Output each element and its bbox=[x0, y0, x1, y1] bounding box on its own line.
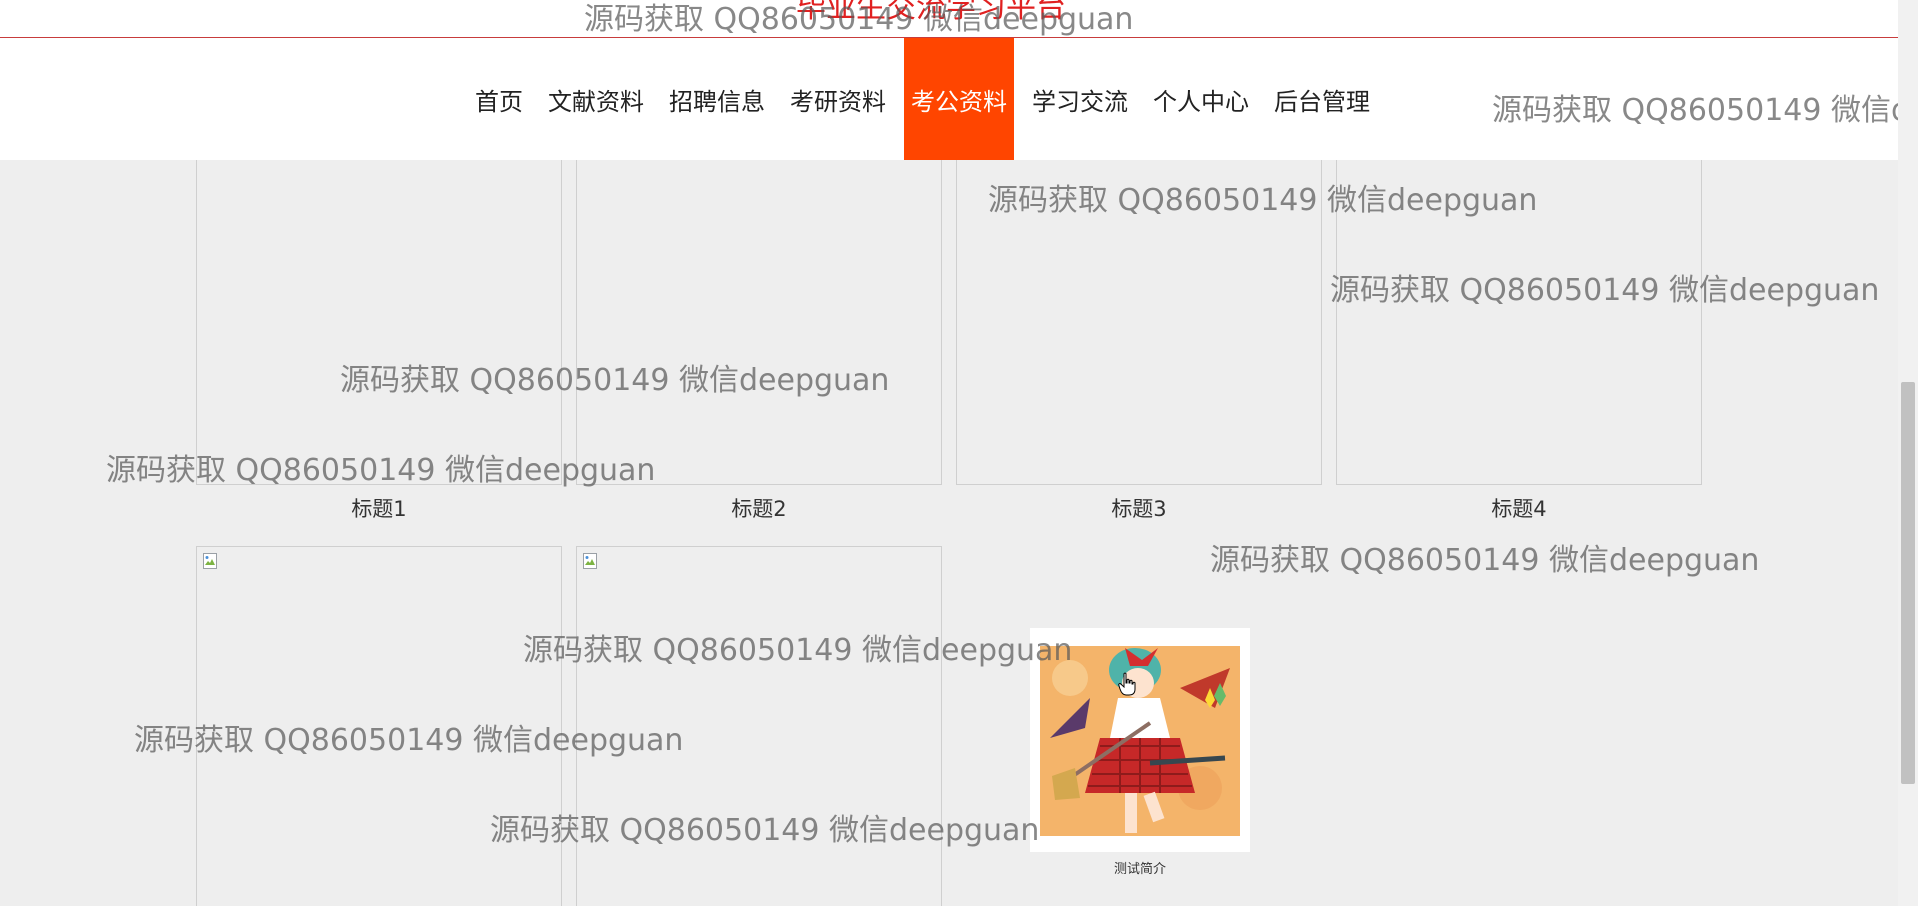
nav-item-postgrad[interactable]: 考研资料 bbox=[783, 38, 893, 160]
vertical-scrollbar[interactable] bbox=[1898, 0, 1918, 906]
site-title: 毕业生交流学习平台 bbox=[796, 0, 1066, 25]
watermark: 源码获取 QQ86050149 微信deepguan bbox=[1210, 543, 1760, 578]
scrollbar-thumb[interactable] bbox=[1901, 382, 1915, 784]
broken-image-icon bbox=[583, 553, 597, 569]
card-title[interactable]: 标题2 bbox=[576, 493, 942, 523]
card-image[interactable] bbox=[576, 546, 942, 906]
nav-item-personal-center[interactable]: 个人中心 bbox=[1146, 38, 1256, 160]
broken-image-icon bbox=[203, 553, 217, 569]
main-nav: 首页 文献资料 招聘信息 考研资料 考公资料 学习交流 个人中心 后台管理 bbox=[468, 38, 1377, 160]
hand-cursor-icon bbox=[1118, 672, 1136, 696]
nav-item-home[interactable]: 首页 bbox=[468, 38, 530, 160]
card-title[interactable]: 标题4 bbox=[1336, 493, 1702, 523]
card-image[interactable] bbox=[196, 546, 562, 906]
card-title[interactable]: 标题3 bbox=[956, 493, 1322, 523]
card-title[interactable]: 标题1 bbox=[196, 493, 562, 523]
nav-item-civil-service[interactable]: 考公资料 bbox=[904, 38, 1014, 160]
header: 毕业生交流学习平台 首页 文献资料 招聘信息 考研资料 考公资料 学习交流 个人… bbox=[0, 0, 1898, 160]
nav-item-recruitment[interactable]: 招聘信息 bbox=[662, 38, 772, 160]
anime-illustration bbox=[1040, 646, 1240, 836]
page: 毕业生交流学习平台 首页 文献资料 招聘信息 考研资料 考公资料 学习交流 个人… bbox=[0, 0, 1918, 906]
card-title[interactable]: 测试简介 bbox=[1030, 858, 1250, 877]
nav-item-study-exchange[interactable]: 学习交流 bbox=[1025, 38, 1135, 160]
anime-girl-image[interactable] bbox=[1030, 628, 1250, 852]
nav-item-literature[interactable]: 文献资料 bbox=[541, 38, 651, 160]
nav-item-admin[interactable]: 后台管理 bbox=[1267, 38, 1377, 160]
